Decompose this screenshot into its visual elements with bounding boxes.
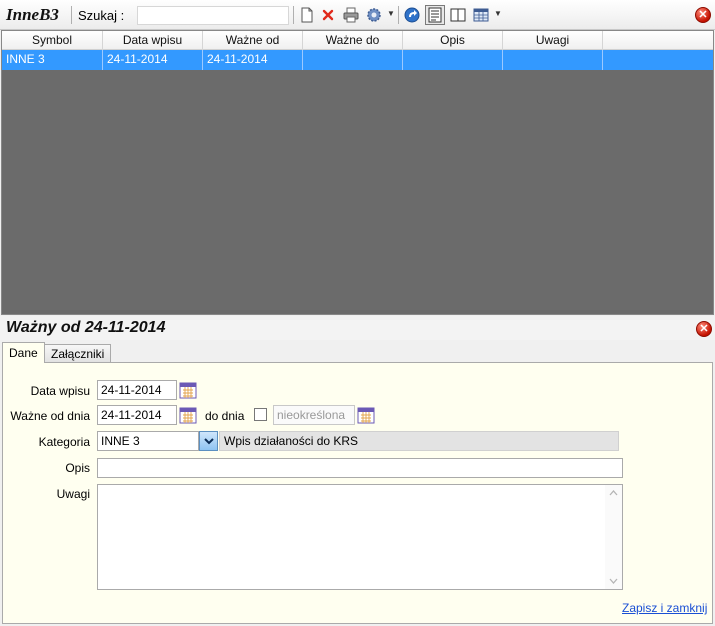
form-panel: Data wpisu 24-11-2014 Ważne od dnia 24-1… [2,362,713,624]
records-grid: Symbol Data wpisu Ważne od Ważne do Opis… [1,30,714,315]
chevron-down-icon [203,437,214,444]
new-document-icon [301,7,313,23]
calendar-button[interactable] [356,405,376,425]
chevron-down-icon[interactable]: ▼ [387,9,395,18]
tab-dane[interactable]: Dane [2,342,45,363]
cell-data-wpisu: 24-11-2014 [103,50,203,70]
column-header-data-wpisu[interactable]: Data wpisu [103,31,203,50]
opis-field[interactable] [97,458,623,478]
app-title: InneB3 [6,5,59,24]
settings-button[interactable] [364,5,384,25]
cell-symbol: INNE 3 [2,50,103,70]
close-icon[interactable]: ✕ [695,7,711,23]
toolbar-separator [71,6,72,24]
column-header-filler [603,31,713,50]
column-header-wazne-do[interactable]: Ważne do [303,31,403,50]
do-dnia-checkbox[interactable] [254,408,267,421]
delete-button[interactable] [318,5,338,25]
calendar-button[interactable] [178,405,198,425]
column-header-wazne-od[interactable]: Ważne od [203,31,303,50]
refresh-icon [404,7,420,23]
table-row[interactable]: INNE 3 24-11-2014 24-11-2014 [2,50,713,70]
new-document-button[interactable] [297,5,317,25]
label-wazne-od-dnia: Ważne od dnia [10,409,90,423]
wazne-od-field[interactable]: 24-11-2014 [97,405,177,425]
cell-opis [403,50,503,70]
close-icon[interactable]: ✕ [696,321,712,337]
label-uwagi: Uwagi [56,487,90,501]
cell-wazne-do [303,50,403,70]
search-label: Szukaj : [78,8,125,23]
label-data-wpisu: Data wpisu [30,384,90,398]
toolbar-separator [398,6,399,24]
grid-view-icon [473,8,489,22]
label-do-dnia: do dnia [205,409,245,423]
chevron-down-icon[interactable]: ▼ [494,9,502,18]
column-header-uwagi[interactable]: Uwagi [503,31,603,50]
form-view-icon [428,7,442,23]
save-and-close-link[interactable]: Zapisz i zamknij [622,601,707,615]
kategoria-description: Wpis działaności do KRS [219,431,619,451]
refresh-button[interactable] [402,5,422,25]
cell-filler [603,50,713,70]
data-wpisu-field[interactable]: 24-11-2014 [97,380,177,400]
print-button[interactable] [341,5,361,25]
toolbar-separator [293,6,294,24]
label-opis: Opis [65,461,90,475]
grid-view-button[interactable] [471,5,491,25]
kategoria-select[interactable]: INNE 3 [97,431,199,451]
calendar-icon [179,407,197,424]
cell-uwagi [503,50,603,70]
detail-title: Ważny od 24-11-2014 [6,319,166,336]
settings-icon [367,8,381,22]
calendar-icon [357,407,375,424]
column-header-opis[interactable]: Opis [403,31,503,50]
scrollbar-arrows [609,490,618,584]
uwagi-textarea[interactable] [97,484,623,590]
do-dnia-field[interactable]: nieokreślona [273,405,355,425]
kategoria-dropdown-button[interactable] [199,431,218,451]
grid-header: Symbol Data wpisu Ważne od Ważne do Opis… [2,31,713,50]
split-view-button[interactable] [448,5,468,25]
form-view-button[interactable] [425,5,445,25]
print-icon [343,7,359,23]
delete-icon [322,9,334,21]
tab-zalaczniki[interactable]: Załączniki [44,344,112,362]
calendar-icon [179,382,197,399]
calendar-button[interactable] [178,380,198,400]
search-input[interactable] [137,6,289,25]
main-toolbar: InneB3 Szukaj : ▼ ▼ ✕ [0,0,715,30]
label-kategoria: Kategoria [38,435,90,449]
detail-header: Ważny od 24-11-2014 ✕ [0,316,715,340]
column-header-symbol[interactable]: Symbol [2,31,103,50]
split-view-icon [450,8,466,22]
uwagi-scrollbar[interactable] [605,485,622,589]
cell-wazne-od: 24-11-2014 [203,50,303,70]
